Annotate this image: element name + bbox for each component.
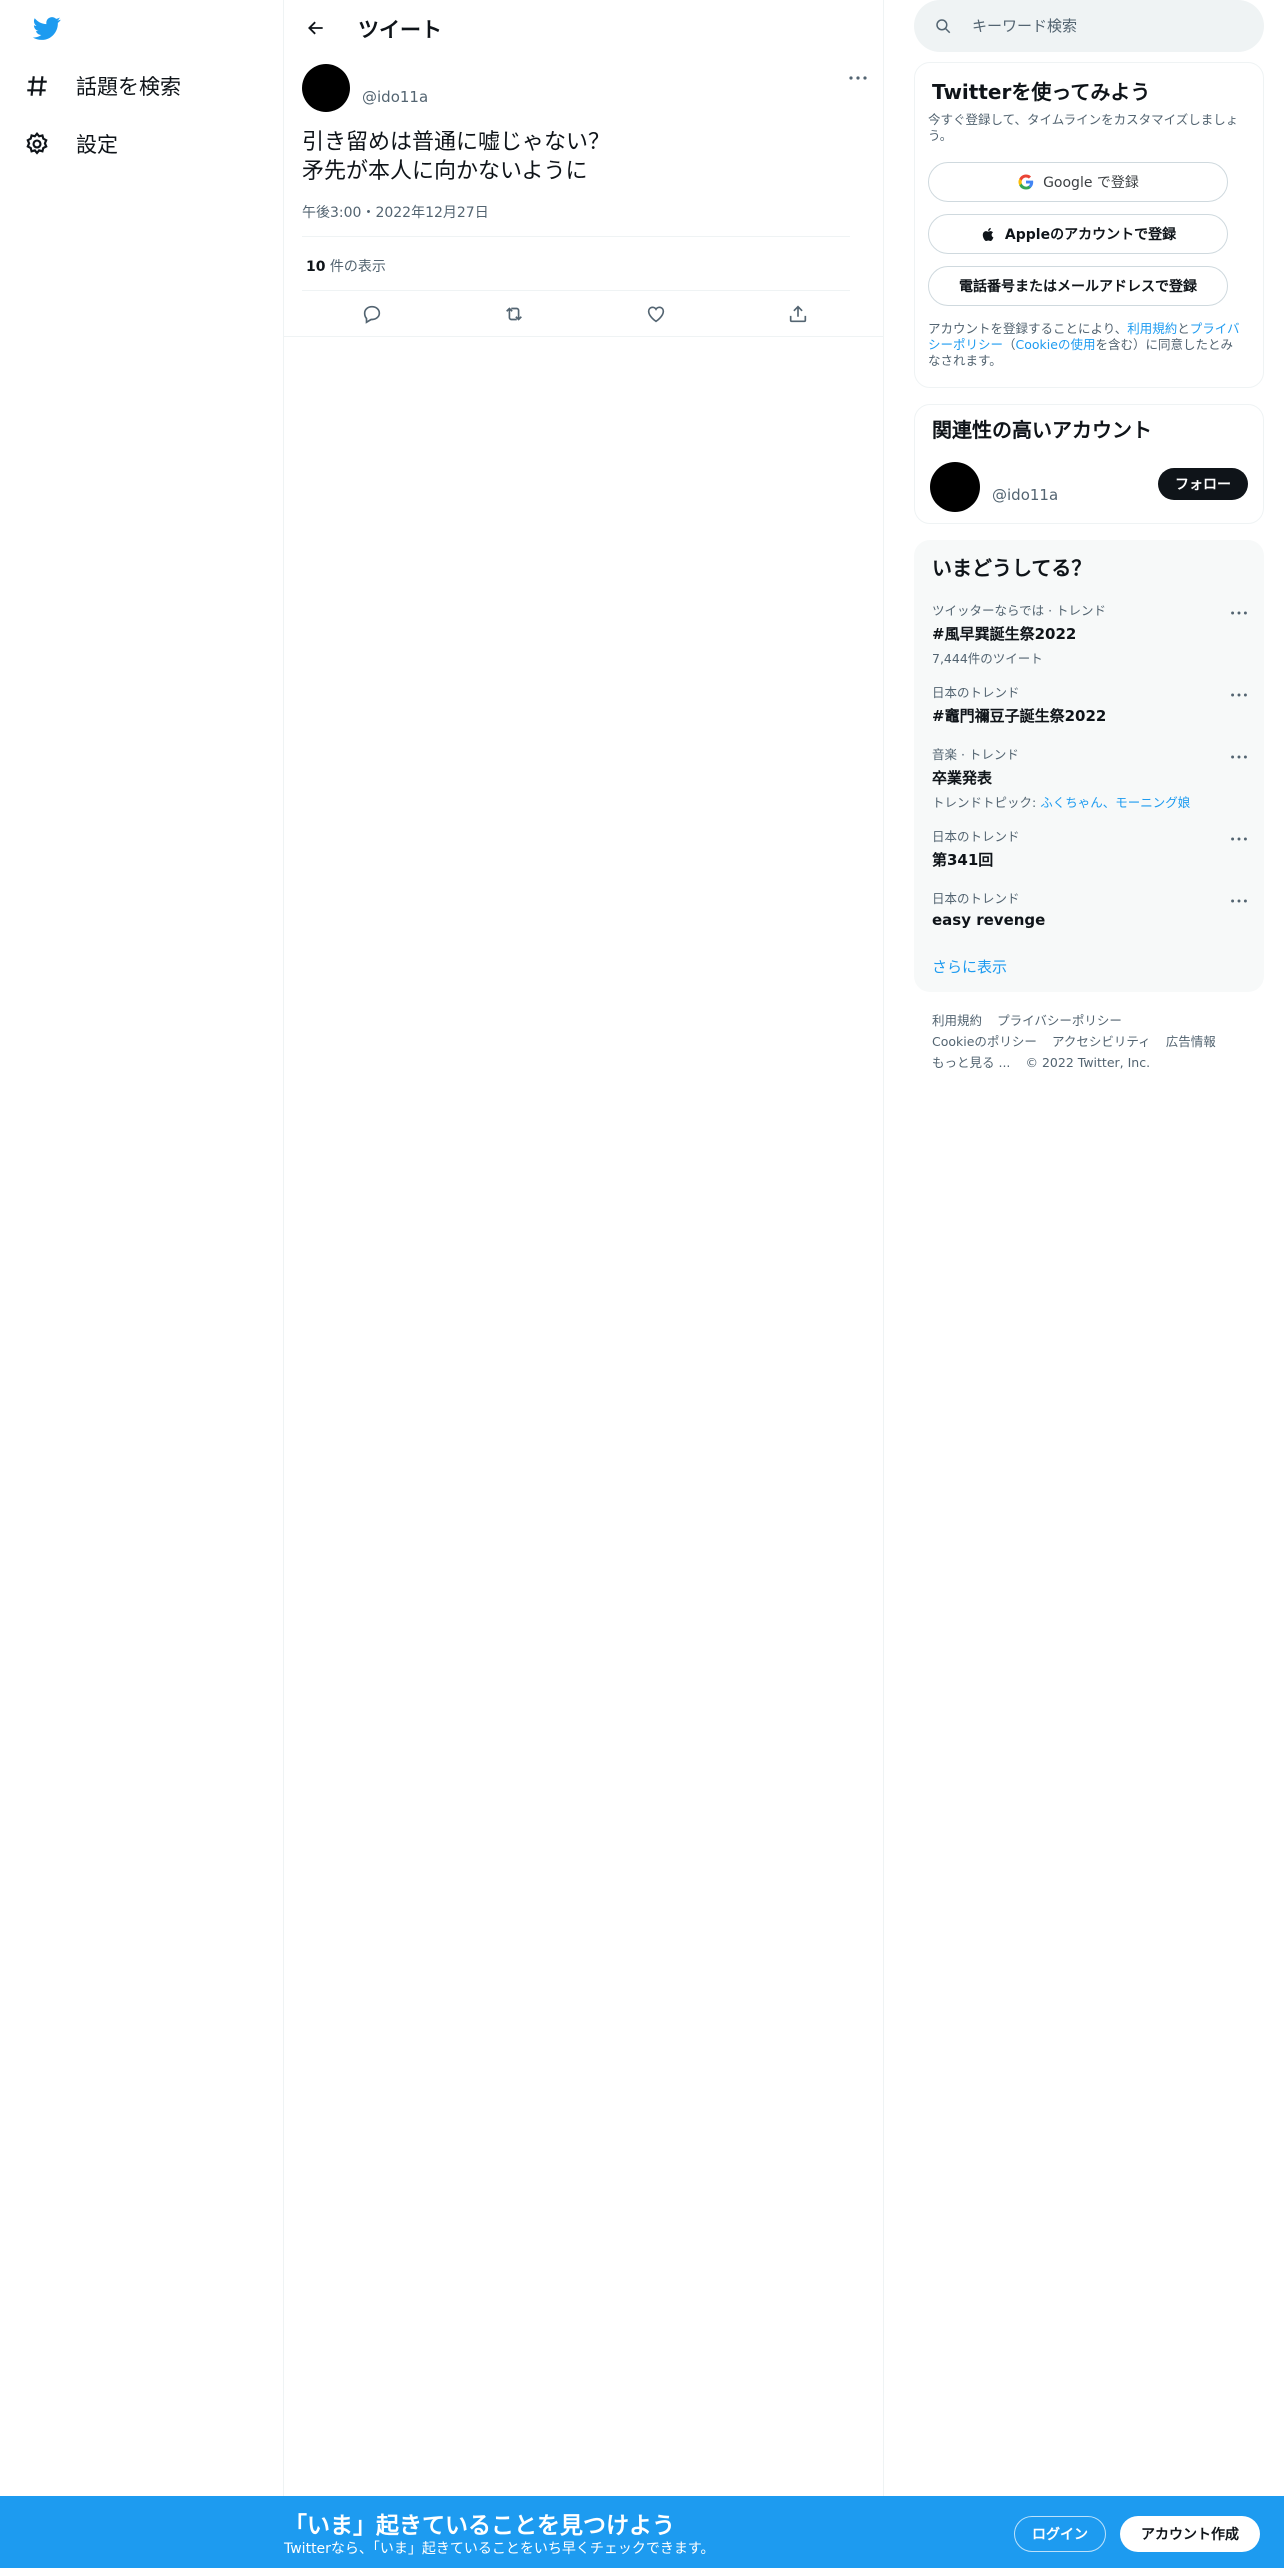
footer-links: 利用規約 プライバシーポリシー Cookieのポリシー アクセシビリティ 広告情…: [932, 1010, 1262, 1073]
reply-icon: [361, 303, 383, 325]
legal-and: と: [1177, 321, 1190, 336]
nav-item-label: 設定: [76, 133, 118, 157]
trend-item[interactable]: 日本のトレンド 第341回: [932, 826, 1232, 870]
author-handle[interactable]: @ido11a: [362, 88, 428, 106]
ellipsis-icon: [846, 66, 870, 90]
trend-context: 日本のトレンド: [932, 829, 1020, 844]
view-count-label: 件の表示: [325, 259, 386, 275]
heart-icon: [645, 303, 667, 325]
ellipsis-icon: [1231, 755, 1247, 759]
apple-icon: [980, 226, 997, 243]
phone-email-signup-label: 電話番号またはメールアドレスで登録: [959, 279, 1197, 295]
cookie-link[interactable]: Cookieの使用: [1016, 337, 1096, 352]
divider: [284, 336, 883, 337]
google-icon: [1017, 173, 1035, 191]
like-button[interactable]: [642, 300, 670, 328]
banner-title: 「いま」起きていることを見つけよう: [284, 2513, 675, 2539]
create-account-button[interactable]: アカウント作成: [1120, 2516, 1260, 2552]
avatar[interactable]: [302, 64, 350, 112]
related-handle[interactable]: @ido11a: [992, 486, 1058, 504]
legal-prefix: アカウントを登録することにより、: [928, 321, 1128, 336]
trend-context: 音楽 · トレンド: [932, 747, 1019, 762]
trend-item[interactable]: 音楽 · トレンド 卒業発表 トレンドトピック: ふくちゃん、モーニング娘: [932, 744, 1232, 811]
trend-context: 日本のトレンド: [932, 891, 1020, 906]
trend-tweet-count: 7,444件のツイート: [932, 651, 1043, 666]
retweet-button[interactable]: [500, 300, 528, 328]
view-count: 10 件の表示: [306, 256, 386, 276]
footer-terms-link[interactable]: 利用規約: [932, 1013, 982, 1028]
related-title: 関連性の高いアカウント: [932, 418, 1152, 442]
twitter-logo-icon[interactable]: [30, 14, 64, 42]
footer-accessibility-link[interactable]: アクセシビリティ: [1052, 1034, 1151, 1049]
follow-button[interactable]: フォロー: [1158, 468, 1248, 500]
back-arrow-icon: [306, 18, 326, 38]
main-column: ツイート @ido11a 引き留めは普通に嘘じゃない？ 矛先が本人に向かないよう…: [284, 0, 884, 2496]
trend-context: ツイッターならでは · トレンド: [932, 603, 1107, 618]
trend-more-button[interactable]: [1228, 746, 1250, 768]
signup-title: Twitterを使ってみよう: [932, 80, 1151, 104]
signup-subtitle: 今すぐ登録して、タイムラインをカスタマイズしましょう。: [928, 112, 1239, 143]
trend-name: easy revenge: [932, 911, 1046, 929]
back-button[interactable]: [300, 12, 332, 44]
footer-copyright: © 2022 Twitter, Inc.: [1025, 1055, 1151, 1070]
search-icon: [914, 17, 952, 35]
trend-name: #風早巽誕生祭2022: [932, 625, 1077, 643]
legal-paren: （: [1003, 337, 1016, 352]
tweet-timestamp[interactable]: 午後3:00・2022年12月27日: [302, 202, 489, 222]
phone-email-signup-button[interactable]: 電話番号またはメールアドレスで登録: [928, 266, 1228, 306]
footer-more-link[interactable]: もっと見る ...: [932, 1055, 1010, 1070]
left-sidebar: [0, 0, 284, 2496]
trend-topics-link[interactable]: ふくちゃん、モーニング娘: [1040, 795, 1190, 810]
trend-item[interactable]: 日本のトレンド easy revenge: [932, 888, 1232, 929]
nav-item-settings[interactable]: 設定: [24, 118, 118, 170]
trend-item[interactable]: 日本のトレンド #竈門禰豆子誕生祭2022: [932, 682, 1232, 726]
ellipsis-icon: [1231, 899, 1247, 903]
search-box[interactable]: [914, 0, 1264, 52]
footer-privacy-link[interactable]: プライバシーポリシー: [997, 1013, 1122, 1028]
avatar[interactable]: [930, 462, 980, 512]
trend-more-button[interactable]: [1228, 684, 1250, 706]
divider: [302, 236, 850, 237]
terms-link[interactable]: 利用規約: [1127, 321, 1177, 336]
footer-cookie-link[interactable]: Cookieのポリシー: [932, 1034, 1037, 1049]
gear-icon: [24, 131, 50, 157]
tweet-text: 引き留めは普通に嘘じゃない？ 矛先が本人に向かないように: [302, 130, 611, 184]
footer-ads-link[interactable]: 広告情報: [1166, 1034, 1216, 1049]
page-title: ツイート: [358, 18, 442, 42]
trend-context: 日本のトレンド: [932, 685, 1020, 700]
trend-name: 第341回: [932, 851, 994, 869]
trends-title: いまどうしてる？: [932, 556, 1092, 580]
ellipsis-icon: [1231, 611, 1247, 615]
ellipsis-icon: [1231, 693, 1247, 697]
search-input[interactable]: [970, 16, 1254, 36]
view-count-number: 10: [306, 259, 326, 275]
ellipsis-icon: [1231, 837, 1247, 841]
show-more-link[interactable]: さらに表示: [932, 956, 1007, 977]
reply-button[interactable]: [358, 300, 386, 328]
trend-name: #竈門禰豆子誕生祭2022: [932, 707, 1107, 725]
retweet-icon: [503, 303, 525, 325]
trend-more-button[interactable]: [1228, 828, 1250, 850]
share-button[interactable]: [784, 300, 812, 328]
signup-legal-text: アカウントを登録することにより、利用規約とプライバシーポリシー（Cookieの使…: [928, 321, 1244, 369]
nav-item-explore[interactable]: 話題を検索: [24, 60, 181, 112]
divider: [302, 290, 850, 291]
hashtag-icon: [24, 73, 50, 99]
nav-item-label: 話題を検索: [76, 75, 181, 99]
google-signup-label: Google で登録: [1043, 175, 1139, 191]
login-button[interactable]: ログイン: [1014, 2516, 1106, 2552]
google-signup-button[interactable]: Google で登録: [928, 162, 1228, 202]
trend-more-button[interactable]: [1228, 602, 1250, 624]
more-options-button[interactable]: [846, 66, 870, 90]
share-icon: [787, 303, 809, 325]
trend-topics: トレンドトピック: ふくちゃん、モーニング娘: [932, 792, 1232, 811]
trend-topics-prefix: トレンドトピック:: [932, 795, 1041, 810]
banner-subtitle: Twitterなら、「いま」起きていることをいち早くチェックできます。: [284, 2541, 715, 2557]
apple-signup-label: Appleのアカウントで登録: [1004, 227, 1177, 243]
trend-name: 卒業発表: [932, 769, 993, 787]
apple-signup-button[interactable]: Appleのアカウントで登録: [928, 214, 1228, 254]
trend-item[interactable]: ツイッターならでは · トレンド #風早巽誕生祭2022 7,444件のツイート: [932, 600, 1232, 667]
trend-more-button[interactable]: [1228, 890, 1250, 912]
